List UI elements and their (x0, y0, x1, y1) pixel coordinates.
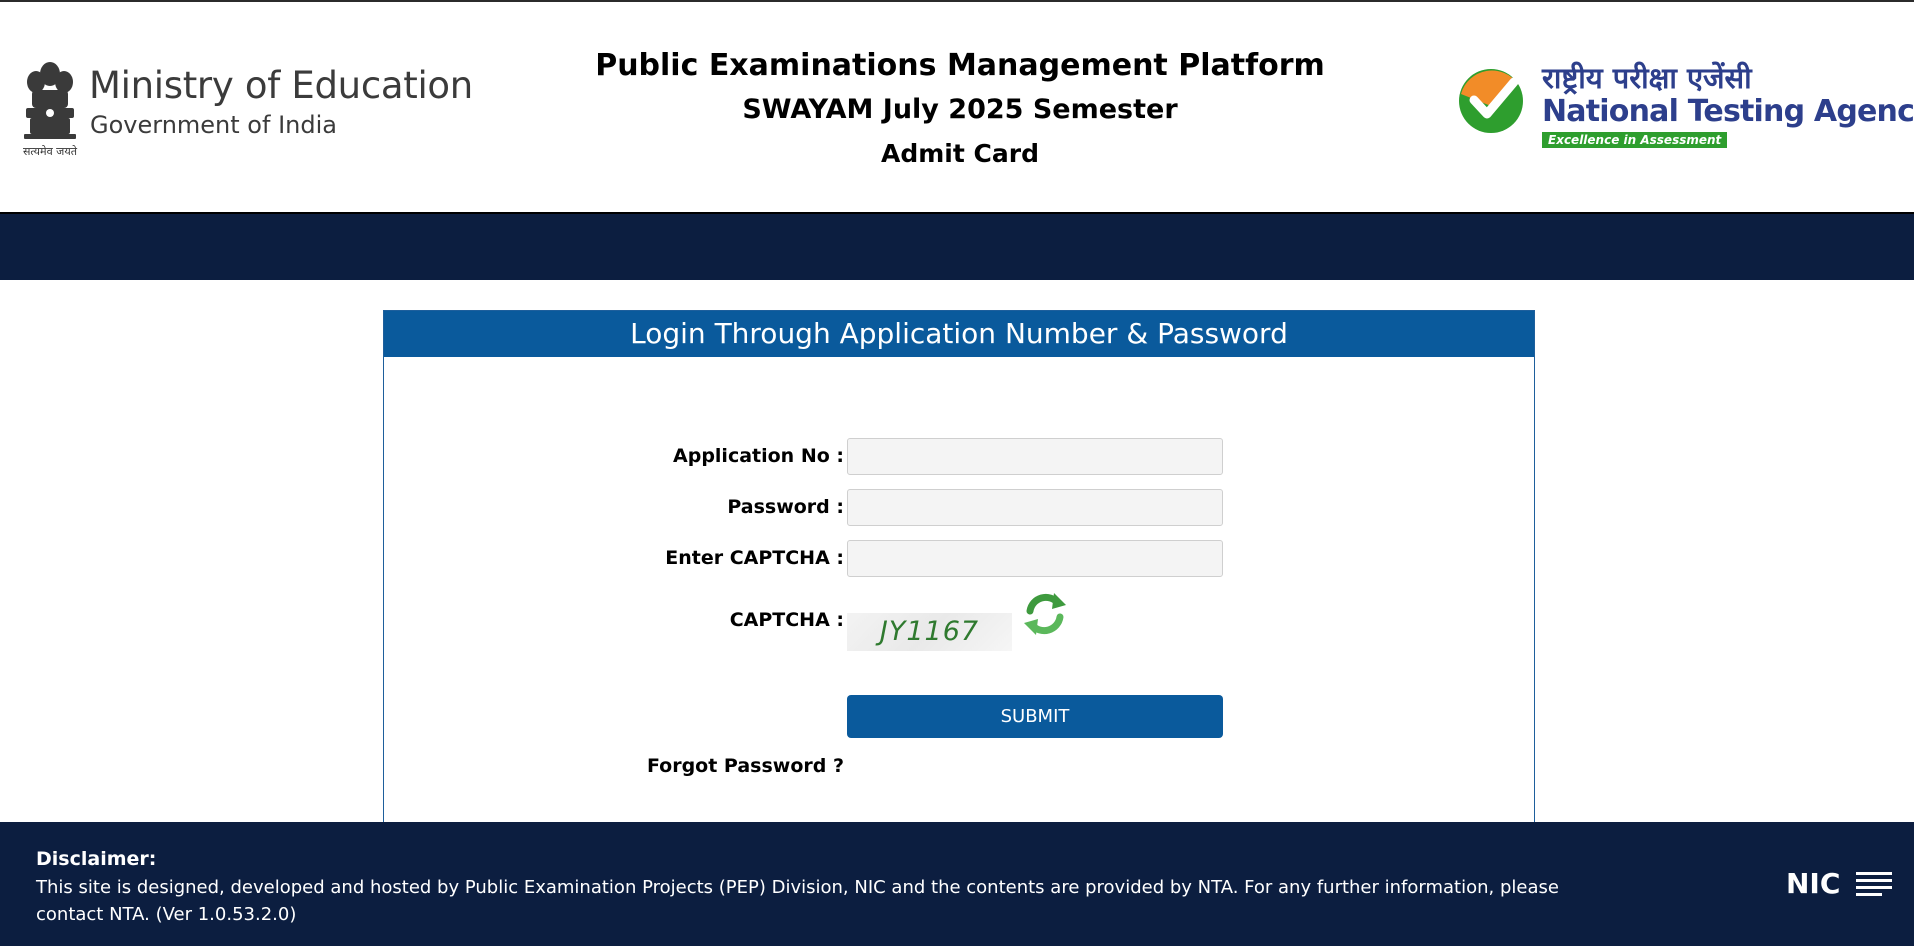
captcha-label: CAPTCHA : (729, 609, 844, 631)
forgot-password-link[interactable]: Forgot Password ? (384, 755, 844, 777)
captcha-input-label: Enter CAPTCHA : (665, 547, 844, 569)
nta-logo-block: राष्ट्रीय परीक्षा एजेंसी National Testin… (1456, 60, 1914, 156)
refresh-captcha-button[interactable] (1020, 589, 1070, 639)
ministry-title: Ministry of Education (89, 64, 473, 107)
semester-title: SWAYAM July 2025 Semester (742, 94, 1178, 125)
agency-name-english: National Testing Agency (1542, 94, 1914, 129)
site-header: सत्यमेव जयते Ministry of Education Gover… (0, 2, 1914, 212)
disclaimer-title: Disclaimer: (36, 848, 157, 870)
nic-logo-icon: NIC (1786, 867, 1892, 900)
ashoka-emblem-icon (24, 62, 76, 139)
disclaimer-text: This site is designed, developed and hos… (36, 877, 1559, 925)
nta-check-logo-icon (1459, 69, 1523, 133)
application-number-input[interactable] (847, 438, 1223, 475)
site-footer: Disclaimer: This site is designed, devel… (0, 822, 1914, 946)
agency-tagline: Excellence in Assessment (1542, 132, 1728, 148)
submit-button[interactable]: SUBMIT (847, 695, 1223, 738)
login-panel: Login Through Application Number & Passw… (383, 310, 1535, 822)
application-number-label: Application No : (673, 445, 844, 467)
nav-bar (0, 212, 1914, 280)
refresh-icon (1024, 593, 1066, 635)
page-title-block: Public Examinations Management Platform … (560, 46, 1360, 178)
nic-logo-text: NIC (1786, 867, 1840, 900)
captcha-image: JY1167 (847, 613, 1012, 651)
captcha-input[interactable] (847, 540, 1223, 577)
admit-card-title: Admit Card (881, 139, 1039, 168)
platform-title: Public Examinations Management Platform (595, 48, 1325, 83)
agency-name-hindi: राष्ट्रीय परीक्षा एजेंसी (1542, 61, 1752, 95)
password-input[interactable] (847, 489, 1223, 526)
password-label: Password : (727, 496, 844, 518)
ministry-logo-block: सत्यमेव जयते Ministry of Education Gover… (12, 58, 492, 162)
page: सत्यमेव जयते Ministry of Education Gover… (0, 0, 1914, 946)
emblem-motto: सत्यमेव जयते (22, 145, 77, 158)
login-panel-heading: Login Through Application Number & Passw… (384, 311, 1534, 357)
ministry-subtitle: Government of India (90, 111, 337, 139)
